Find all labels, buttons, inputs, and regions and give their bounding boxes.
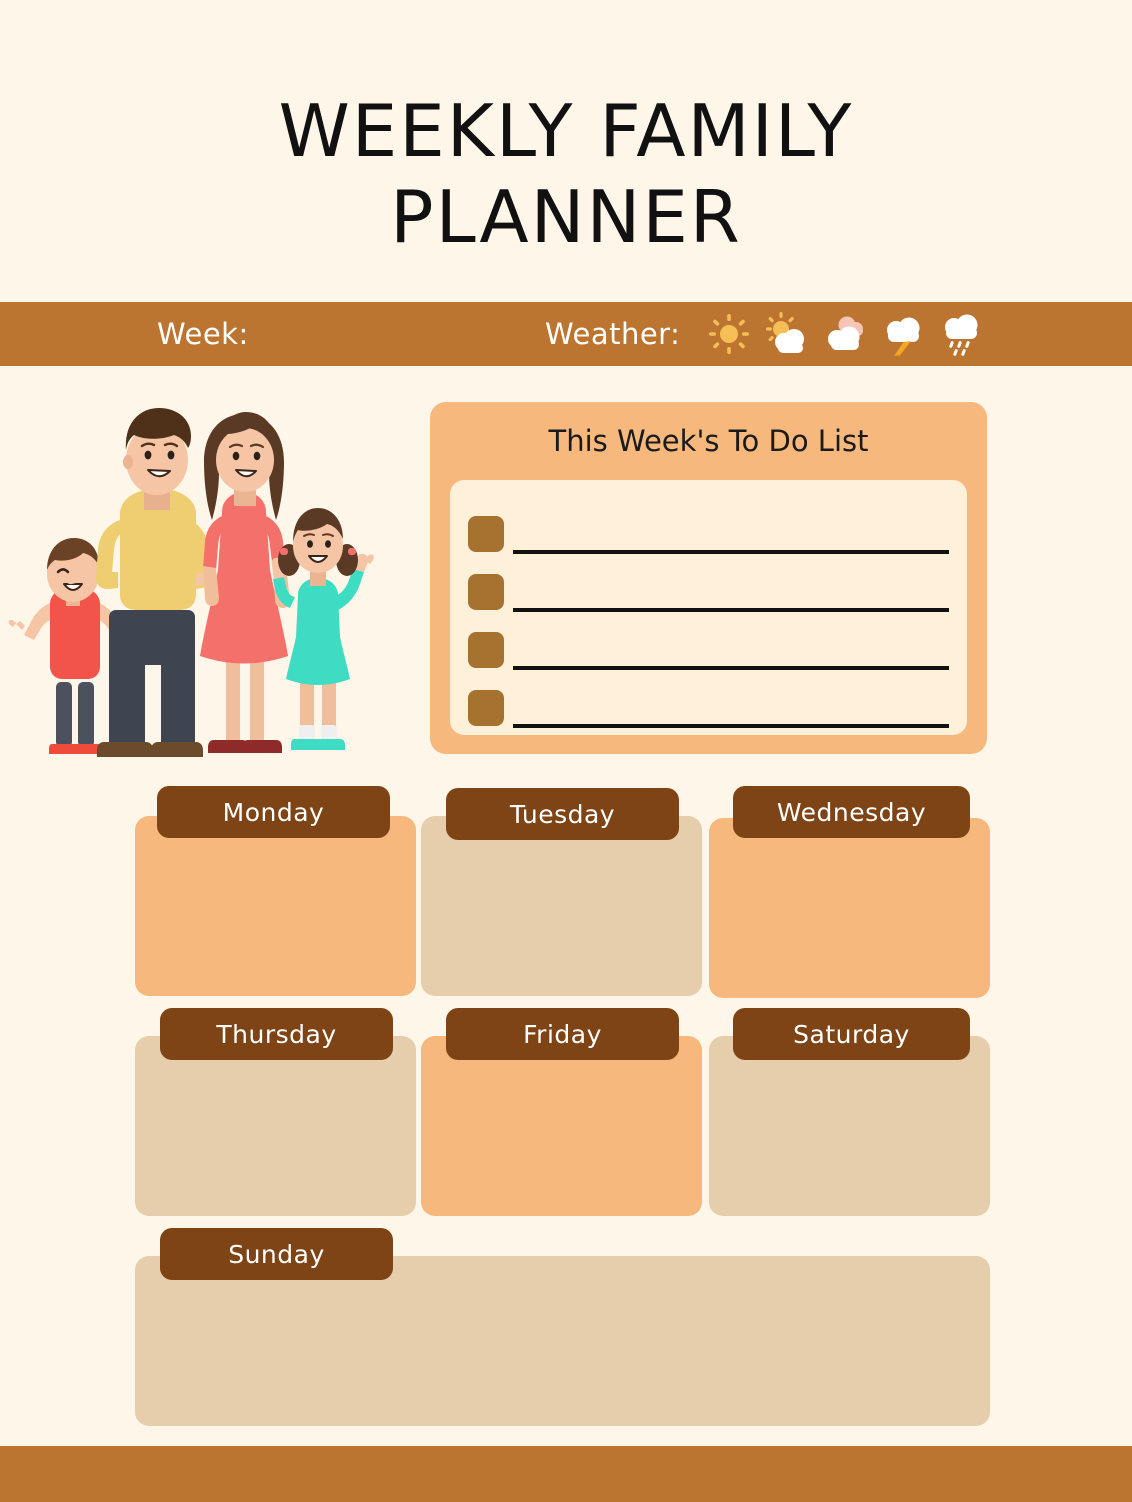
day-label-wednesday: Wednesday bbox=[776, 797, 927, 827]
todo-row bbox=[468, 672, 949, 730]
day-label-sunday: Sunday bbox=[228, 1239, 325, 1269]
todo-checkbox[interactable] bbox=[468, 690, 504, 726]
todo-row bbox=[468, 556, 949, 614]
day-label-monday: Monday bbox=[222, 797, 325, 827]
week-label: Week: bbox=[157, 317, 249, 351]
day-tab-sunday[interactable]: Sunday bbox=[160, 1228, 393, 1280]
day-tab-saturday[interactable]: Saturday bbox=[733, 1008, 970, 1060]
weather-label: Weather: bbox=[545, 317, 681, 351]
day-tab-monday[interactable]: Monday bbox=[157, 786, 390, 838]
day-label-thursday: Thursday bbox=[216, 1019, 337, 1049]
family-illustration bbox=[8, 392, 398, 767]
day-box-monday[interactable] bbox=[135, 816, 416, 996]
todo-write-line[interactable] bbox=[513, 550, 949, 554]
todo-list-card: This Week's To Do List bbox=[430, 402, 987, 754]
day-tab-friday[interactable]: Friday bbox=[446, 1008, 679, 1060]
day-box-friday[interactable] bbox=[421, 1036, 702, 1216]
day-label-tuesday: Tuesday bbox=[509, 799, 616, 829]
todo-write-line[interactable] bbox=[513, 724, 949, 728]
todo-row bbox=[468, 614, 949, 672]
day-box-tuesday[interactable] bbox=[421, 816, 702, 996]
girl-figure bbox=[271, 508, 374, 750]
info-bar: Week: Weather: bbox=[0, 302, 1132, 366]
page-title-line-1: WEEKLY FAMILY bbox=[278, 89, 854, 173]
day-label-friday: Friday bbox=[523, 1019, 602, 1049]
cloudy-icon[interactable] bbox=[822, 310, 868, 358]
todo-checkbox[interactable] bbox=[468, 516, 504, 552]
todo-list-inner-panel bbox=[450, 480, 967, 735]
day-box-sunday[interactable] bbox=[135, 1256, 990, 1426]
weather-icon-group bbox=[706, 310, 984, 358]
day-tab-wednesday[interactable]: Wednesday bbox=[733, 786, 970, 838]
page-title-line-2: PLANNER bbox=[390, 175, 742, 259]
day-box-saturday[interactable] bbox=[709, 1036, 990, 1216]
rain-icon[interactable] bbox=[938, 310, 984, 358]
todo-rows bbox=[468, 498, 949, 730]
day-tab-thursday[interactable]: Thursday bbox=[160, 1008, 393, 1060]
todo-row bbox=[468, 498, 949, 556]
day-box-wednesday[interactable] bbox=[709, 818, 990, 998]
todo-checkbox[interactable] bbox=[468, 632, 504, 668]
sun-behind-cloud-icon[interactable] bbox=[764, 310, 810, 358]
todo-checkbox[interactable] bbox=[468, 574, 504, 610]
todo-write-line[interactable] bbox=[513, 666, 949, 670]
sun-icon[interactable] bbox=[706, 310, 752, 358]
day-box-thursday[interactable] bbox=[135, 1036, 416, 1216]
thunderstorm-icon[interactable] bbox=[880, 310, 926, 358]
footer-bar bbox=[0, 1446, 1132, 1502]
todo-write-line[interactable] bbox=[513, 608, 949, 612]
todo-list-title: This Week's To Do List bbox=[548, 424, 869, 458]
page-title: WEEKLY FAMILY PLANNER bbox=[0, 88, 1132, 260]
day-tab-tuesday[interactable]: Tuesday bbox=[446, 788, 679, 840]
day-label-saturday: Saturday bbox=[793, 1019, 910, 1049]
